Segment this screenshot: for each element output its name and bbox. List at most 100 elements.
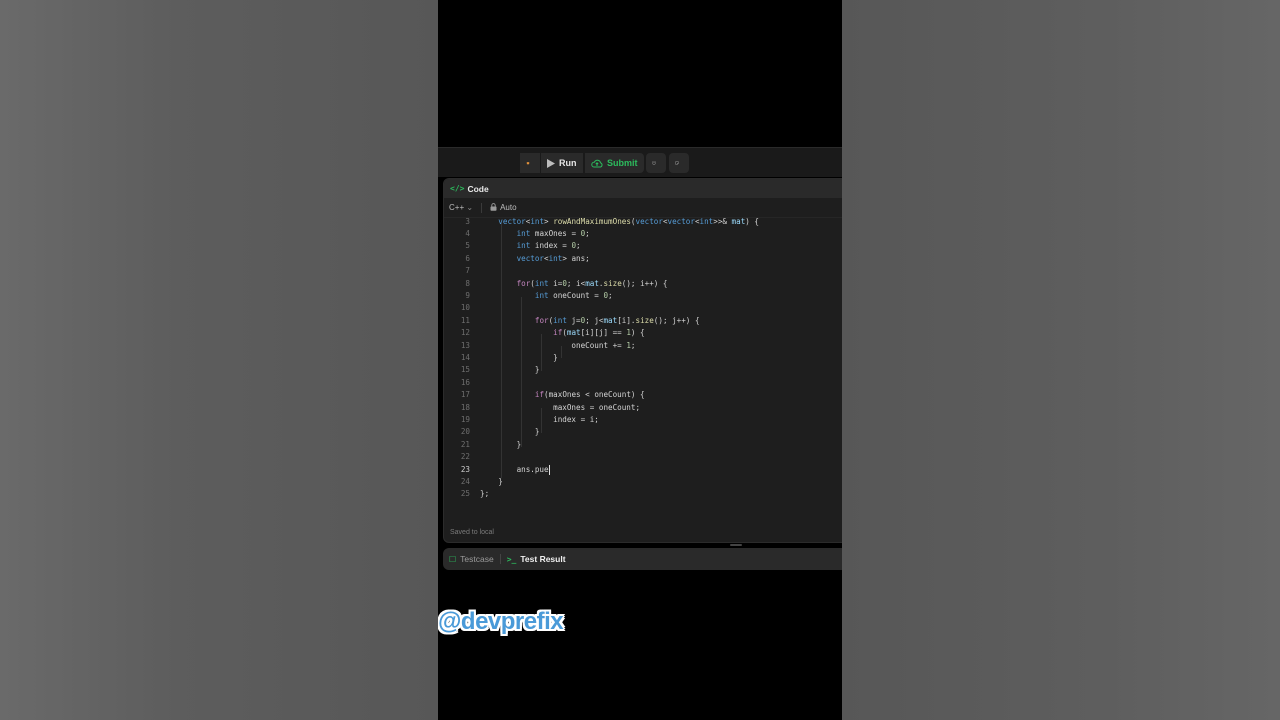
code-line: 24 } <box>444 476 842 488</box>
code-line: 6 vector<int> ans; <box>444 253 842 265</box>
submit-label: Submit <box>607 158 638 168</box>
code-line: 21 } <box>444 439 842 451</box>
code-line: 15 } <box>444 364 842 376</box>
code-text: } <box>480 365 540 375</box>
code-line: 17 if(maxOnes < oneCount) { <box>444 389 842 401</box>
bottom-tabs: ☐ Testcase >_ Test Result <box>443 548 842 570</box>
run-button[interactable]: Run <box>541 153 583 173</box>
code-text: maxOnes = oneCount; <box>480 402 641 412</box>
code-text: for(int j=0; j<mat[i].size(); j++) { <box>534 315 700 325</box>
line-number: 11 <box>460 315 470 325</box>
line-number: 6 <box>465 253 470 263</box>
timer-button[interactable] <box>646 153 666 173</box>
line-number: 3 <box>465 217 470 226</box>
divider <box>499 554 501 564</box>
debug-button[interactable] <box>520 153 540 173</box>
code-brackets-icon: </> <box>450 184 465 193</box>
line-number: 4 <box>465 228 470 238</box>
code-panel-header: </> Code <box>444 179 842 198</box>
note-icon <box>675 161 679 165</box>
editor-toolbar: Run Submit <box>438 147 842 177</box>
line-number: 13 <box>460 340 470 350</box>
code-text: index = i; <box>480 414 599 424</box>
line-number: 14 <box>460 352 470 362</box>
code-text: }; <box>480 489 490 499</box>
code-line: 22 <box>444 451 842 463</box>
alarm-clock-icon <box>652 161 656 165</box>
code-line: 8 for(int i=0; i<mat.size(); i++) { <box>444 278 842 290</box>
code-text: vector<int> rowAndMaximumOnes(vector<vec… <box>498 217 759 226</box>
line-number: 21 <box>460 439 470 449</box>
code-line: 10 <box>444 302 842 314</box>
code-line: 19 index = i; <box>444 414 842 426</box>
line-number: 22 <box>460 452 470 462</box>
tab-test-result[interactable]: >_ Test Result <box>507 554 566 564</box>
bug-icon <box>526 162 530 165</box>
code-line: 18 maxOnes = oneCount; <box>444 402 842 414</box>
line-number: 17 <box>460 390 470 400</box>
code-text: } <box>480 476 503 486</box>
code-panel: </> Code C++ ⌄ Auto 3 vector<int> rowAnd… <box>443 178 842 543</box>
chevron-down-icon: ⌄ <box>466 203 474 212</box>
code-text: if(maxOnes < oneCount) { <box>534 390 645 400</box>
language-selector[interactable]: C++ ⌄ <box>449 203 473 212</box>
code-text: int index = 0; <box>516 241 581 251</box>
code-text: oneCount += 1; <box>480 340 636 350</box>
code-line: 3 vector<int> rowAndMaximumOnes(vector<v… <box>444 217 842 228</box>
line-number: 25 <box>460 489 470 499</box>
saved-status: Saved to local <box>450 529 494 536</box>
line-number: 5 <box>465 241 470 251</box>
code-editor[interactable]: 3 vector<int> rowAndMaximumOnes(vector<v… <box>444 217 842 507</box>
divider <box>481 202 483 213</box>
channel-watermark: @devprefix <box>438 608 564 635</box>
left-blurred-background <box>0 0 438 720</box>
cloud-upload-icon <box>591 159 603 167</box>
run-label: Run <box>559 158 577 168</box>
code-text: if(mat[i][j] == 1) { <box>553 328 645 338</box>
code-line: 9 int oneCount = 0; <box>444 290 842 302</box>
code-text: } <box>480 439 522 449</box>
tab-testcase[interactable]: ☐ Testcase <box>449 554 494 564</box>
code-line: 11 for(int j=0; j<mat[i].size(); j++) { <box>444 315 842 327</box>
line-number: 12 <box>460 328 470 338</box>
code-text: ans.pue <box>480 464 550 475</box>
code-text: for(int i=0; i<mat.size(); i++) { <box>516 278 668 288</box>
line-number: 23 <box>460 464 470 474</box>
code-panel-title: Code <box>467 183 489 194</box>
line-number: 10 <box>460 303 470 313</box>
video-frame: Run Submit </> Code C++ ⌄ Auto 3 vector<… <box>438 0 842 720</box>
code-text: } <box>480 427 540 437</box>
code-line: 14 } <box>444 352 842 364</box>
code-text: int maxOnes = 0; <box>516 228 590 238</box>
code-text: vector<int> ans; <box>516 253 590 263</box>
code-line: 16 <box>444 377 842 389</box>
line-number: 15 <box>460 365 470 375</box>
notes-button[interactable] <box>669 153 689 173</box>
terminal-icon: >_ <box>506 554 517 564</box>
code-line: 23 ans.pue <box>444 464 842 476</box>
panel-resize-handle[interactable] <box>730 544 742 546</box>
code-line: 13 oneCount += 1; <box>444 340 842 352</box>
code-text: int oneCount = 0; <box>534 290 613 300</box>
play-icon <box>547 158 555 168</box>
mode-label[interactable]: Auto <box>500 203 516 212</box>
text-cursor <box>548 464 550 475</box>
submit-button[interactable]: Submit <box>585 153 644 173</box>
code-line: 5 int index = 0; <box>444 240 842 252</box>
language-bar: C++ ⌄ Auto <box>444 198 842 218</box>
line-number: 16 <box>460 377 470 387</box>
code-line: 25}; <box>444 488 842 500</box>
line-number: 18 <box>460 402 470 412</box>
line-number: 24 <box>460 476 470 486</box>
code-line: 20 } <box>444 426 842 438</box>
line-number: 7 <box>465 266 470 276</box>
code-line: 4 int maxOnes = 0; <box>444 228 842 240</box>
line-number: 20 <box>460 427 470 437</box>
lock-icon <box>490 202 497 213</box>
code-text: } <box>480 352 558 362</box>
checkbox-icon: ☐ <box>449 554 457 564</box>
right-blurred-background <box>842 0 1280 720</box>
code-line: 12 if(mat[i][j] == 1) { <box>444 327 842 339</box>
line-number: 19 <box>460 414 470 424</box>
line-number: 9 <box>465 290 470 300</box>
